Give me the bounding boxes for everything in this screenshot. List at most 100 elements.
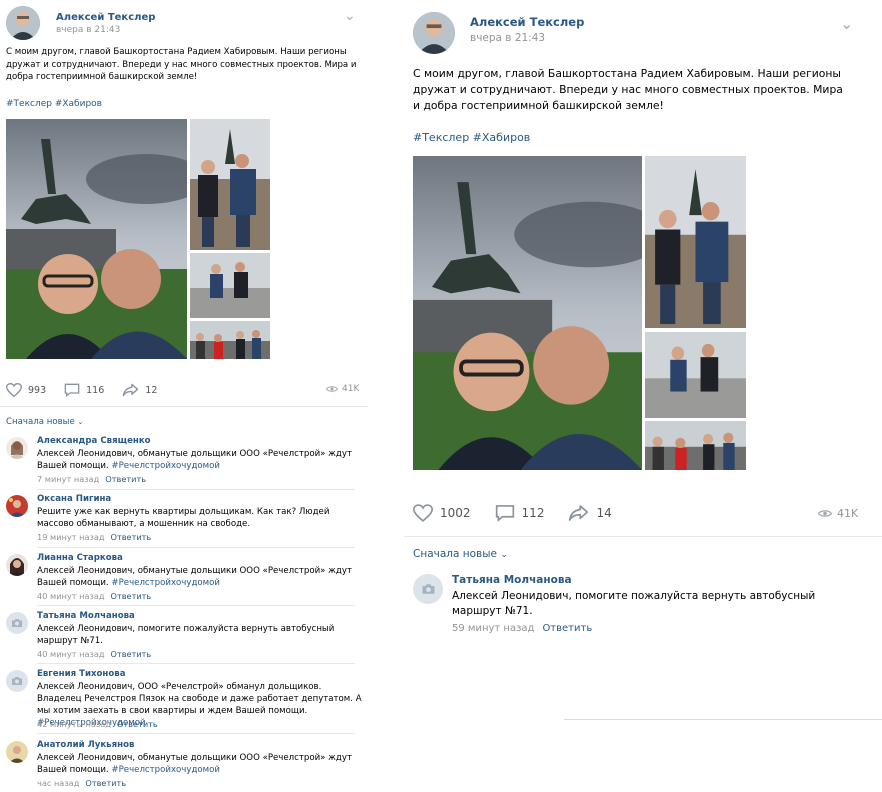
divider	[0, 406, 368, 407]
views-count: 41K	[342, 384, 360, 394]
comment-button[interactable]: 112	[495, 504, 545, 522]
author-name[interactable]: Алексей Текслер	[470, 15, 584, 29]
post-header: Алексей Текслер вчера в 21:43	[6, 6, 155, 40]
comment-time[interactable]: 59 минут назад	[452, 623, 534, 634]
comment-body: Алексей Леонидович, помогите пожалуйста …	[37, 624, 335, 646]
post-photo-main[interactable]	[6, 119, 187, 359]
comment-item: Татьяна Молчанова Алексей Леонидович, по…	[404, 572, 882, 642]
comment-hashtag[interactable]: #Речелстройхочудомой	[111, 765, 220, 775]
sort-dropdown[interactable]: Сначала новые ⌄	[413, 548, 508, 560]
comment-time[interactable]: 40 минут назад	[37, 649, 105, 659]
comment-meta: 40 минут назад Ответить	[37, 591, 151, 601]
divider	[37, 489, 355, 490]
views-counter: 41K	[326, 384, 359, 394]
post-photo-2[interactable]	[190, 119, 270, 250]
post-photo-main[interactable]	[413, 156, 642, 470]
commenter-name[interactable]: Лианна Старкова	[37, 553, 123, 563]
post-header: Алексей Текслер вчера в 21:43	[413, 12, 584, 54]
post-time[interactable]: вчера в 21:43	[470, 32, 584, 44]
reply-button[interactable]: Ответить	[85, 778, 126, 788]
chevron-down-icon[interactable]: ⌄	[840, 14, 853, 33]
comment-item: Оксана Пигина Решите уже как вернуть ква…	[0, 491, 368, 549]
reply-button[interactable]: Ответить	[111, 649, 152, 659]
post-tags[interactable]: #Текслер #Хабиров	[6, 99, 102, 109]
author-name[interactable]: Алексей Текслер	[56, 12, 155, 23]
commenter-avatar[interactable]	[413, 574, 443, 604]
commenter-avatar[interactable]	[6, 437, 28, 459]
comment-time[interactable]: 7 минут назад	[37, 474, 99, 484]
post-time[interactable]: вчера в 21:43	[56, 25, 155, 35]
sort-label: Сначала новые	[6, 417, 75, 427]
commenter-avatar[interactable]	[6, 495, 28, 517]
post-photo-4[interactable]	[645, 421, 746, 470]
comment-item: Лианна Старкова Алексей Леонидович, обма…	[0, 550, 368, 608]
divider	[404, 536, 882, 537]
author-avatar[interactable]	[413, 12, 455, 54]
comment-button[interactable]: 116	[64, 383, 104, 397]
post-tags[interactable]: #Текслер #Хабиров	[413, 131, 530, 144]
views-count: 41K	[837, 507, 859, 520]
share-button[interactable]: 14	[568, 504, 612, 522]
divider	[37, 663, 355, 664]
comment-time[interactable]: 42 минуты назад	[37, 719, 111, 729]
heart-icon	[6, 383, 22, 397]
post-photo-3[interactable]	[645, 332, 746, 418]
comment-text: Алексей Леонидович, обманутые дольщики О…	[37, 752, 362, 776]
comment-icon	[64, 383, 80, 397]
comment-meta: час назад Ответить	[37, 778, 126, 788]
reply-button[interactable]: Ответить	[111, 591, 152, 601]
like-count: 993	[28, 384, 47, 396]
share-button[interactable]: 12	[122, 383, 157, 397]
reply-button[interactable]: Ответить	[111, 532, 152, 542]
commenter-avatar[interactable]	[6, 554, 28, 576]
commenter-name[interactable]: Оксана Пигина	[37, 494, 111, 504]
comment-time[interactable]: 40 минут назад	[37, 591, 105, 601]
commenter-name[interactable]: Александра Священко	[37, 436, 151, 446]
comment-count: 112	[521, 506, 545, 520]
sort-dropdown[interactable]: Сначала новые ⌄	[6, 417, 83, 427]
comment-icon	[495, 505, 514, 522]
comment-hashtag[interactable]: #Речелстройхочудомой	[111, 578, 220, 588]
comment-text: Алексей Леонидович, помогите пожалуйста …	[37, 623, 362, 647]
comment-item: Анатолий Лукьянов Алексей Леонидович, об…	[0, 737, 368, 792]
post-actions: 993 116 12	[6, 383, 157, 397]
comment-meta: 42 минуты назад Ответить	[37, 719, 158, 729]
post-photo-3[interactable]	[190, 253, 270, 318]
share-arrow-icon	[569, 505, 589, 521]
heart-icon	[413, 504, 433, 522]
divider	[37, 733, 355, 734]
comment-meta: 59 минут назад Ответить	[452, 623, 592, 634]
camera-icon	[12, 619, 22, 627]
commenter-name[interactable]: Татьяна Молчанова	[452, 574, 572, 586]
commenter-avatar[interactable]	[6, 670, 28, 692]
commenter-name[interactable]: Анатолий Лукьянов	[37, 740, 134, 750]
eye-icon	[818, 510, 832, 517]
right-post-panel: Алексей Текслер вчера в 21:43 ⌄ С моим д…	[404, 0, 882, 792]
divider	[37, 605, 355, 606]
commenter-avatar[interactable]	[6, 741, 28, 763]
author-avatar[interactable]	[6, 6, 40, 40]
chevron-down-icon: ⌄	[77, 418, 84, 426]
comment-meta: 40 минут назад Ответить	[37, 649, 151, 659]
sort-label: Сначала новые	[413, 548, 497, 560]
reply-button[interactable]: Ответить	[105, 474, 146, 484]
post-text: С моим другом, главой Башкортостана Ради…	[6, 47, 357, 82]
chevron-down-icon[interactable]: ⌄	[344, 8, 356, 24]
commenter-name[interactable]: Татьяна Молчанова	[37, 611, 135, 621]
post-photo-4[interactable]	[190, 321, 270, 359]
comment-hashtag[interactable]: #Речелстройхочудомой	[111, 461, 220, 471]
comment-text: Алексей Леонидович, обманутые дольщики О…	[37, 448, 362, 472]
comment-count: 116	[86, 384, 105, 396]
comment-item: Татьяна Молчанова Алексей Леонидович, по…	[0, 608, 368, 666]
like-button[interactable]: 993	[6, 383, 46, 397]
comment-time[interactable]: час назад	[37, 778, 79, 788]
reply-button[interactable]: Ответить	[542, 623, 592, 634]
reply-button[interactable]: Ответить	[117, 719, 158, 729]
like-button[interactable]: 1002	[413, 504, 471, 522]
comment-text: Алексей Леонидович, помогите пожалуйста …	[452, 590, 816, 617]
commenter-avatar[interactable]	[6, 612, 28, 634]
commenter-name[interactable]: Евгения Тихонова	[37, 669, 126, 679]
post-photo-2[interactable]	[645, 156, 746, 328]
share-count: 12	[145, 384, 158, 396]
comment-time[interactable]: 19 минут назад	[37, 532, 105, 542]
